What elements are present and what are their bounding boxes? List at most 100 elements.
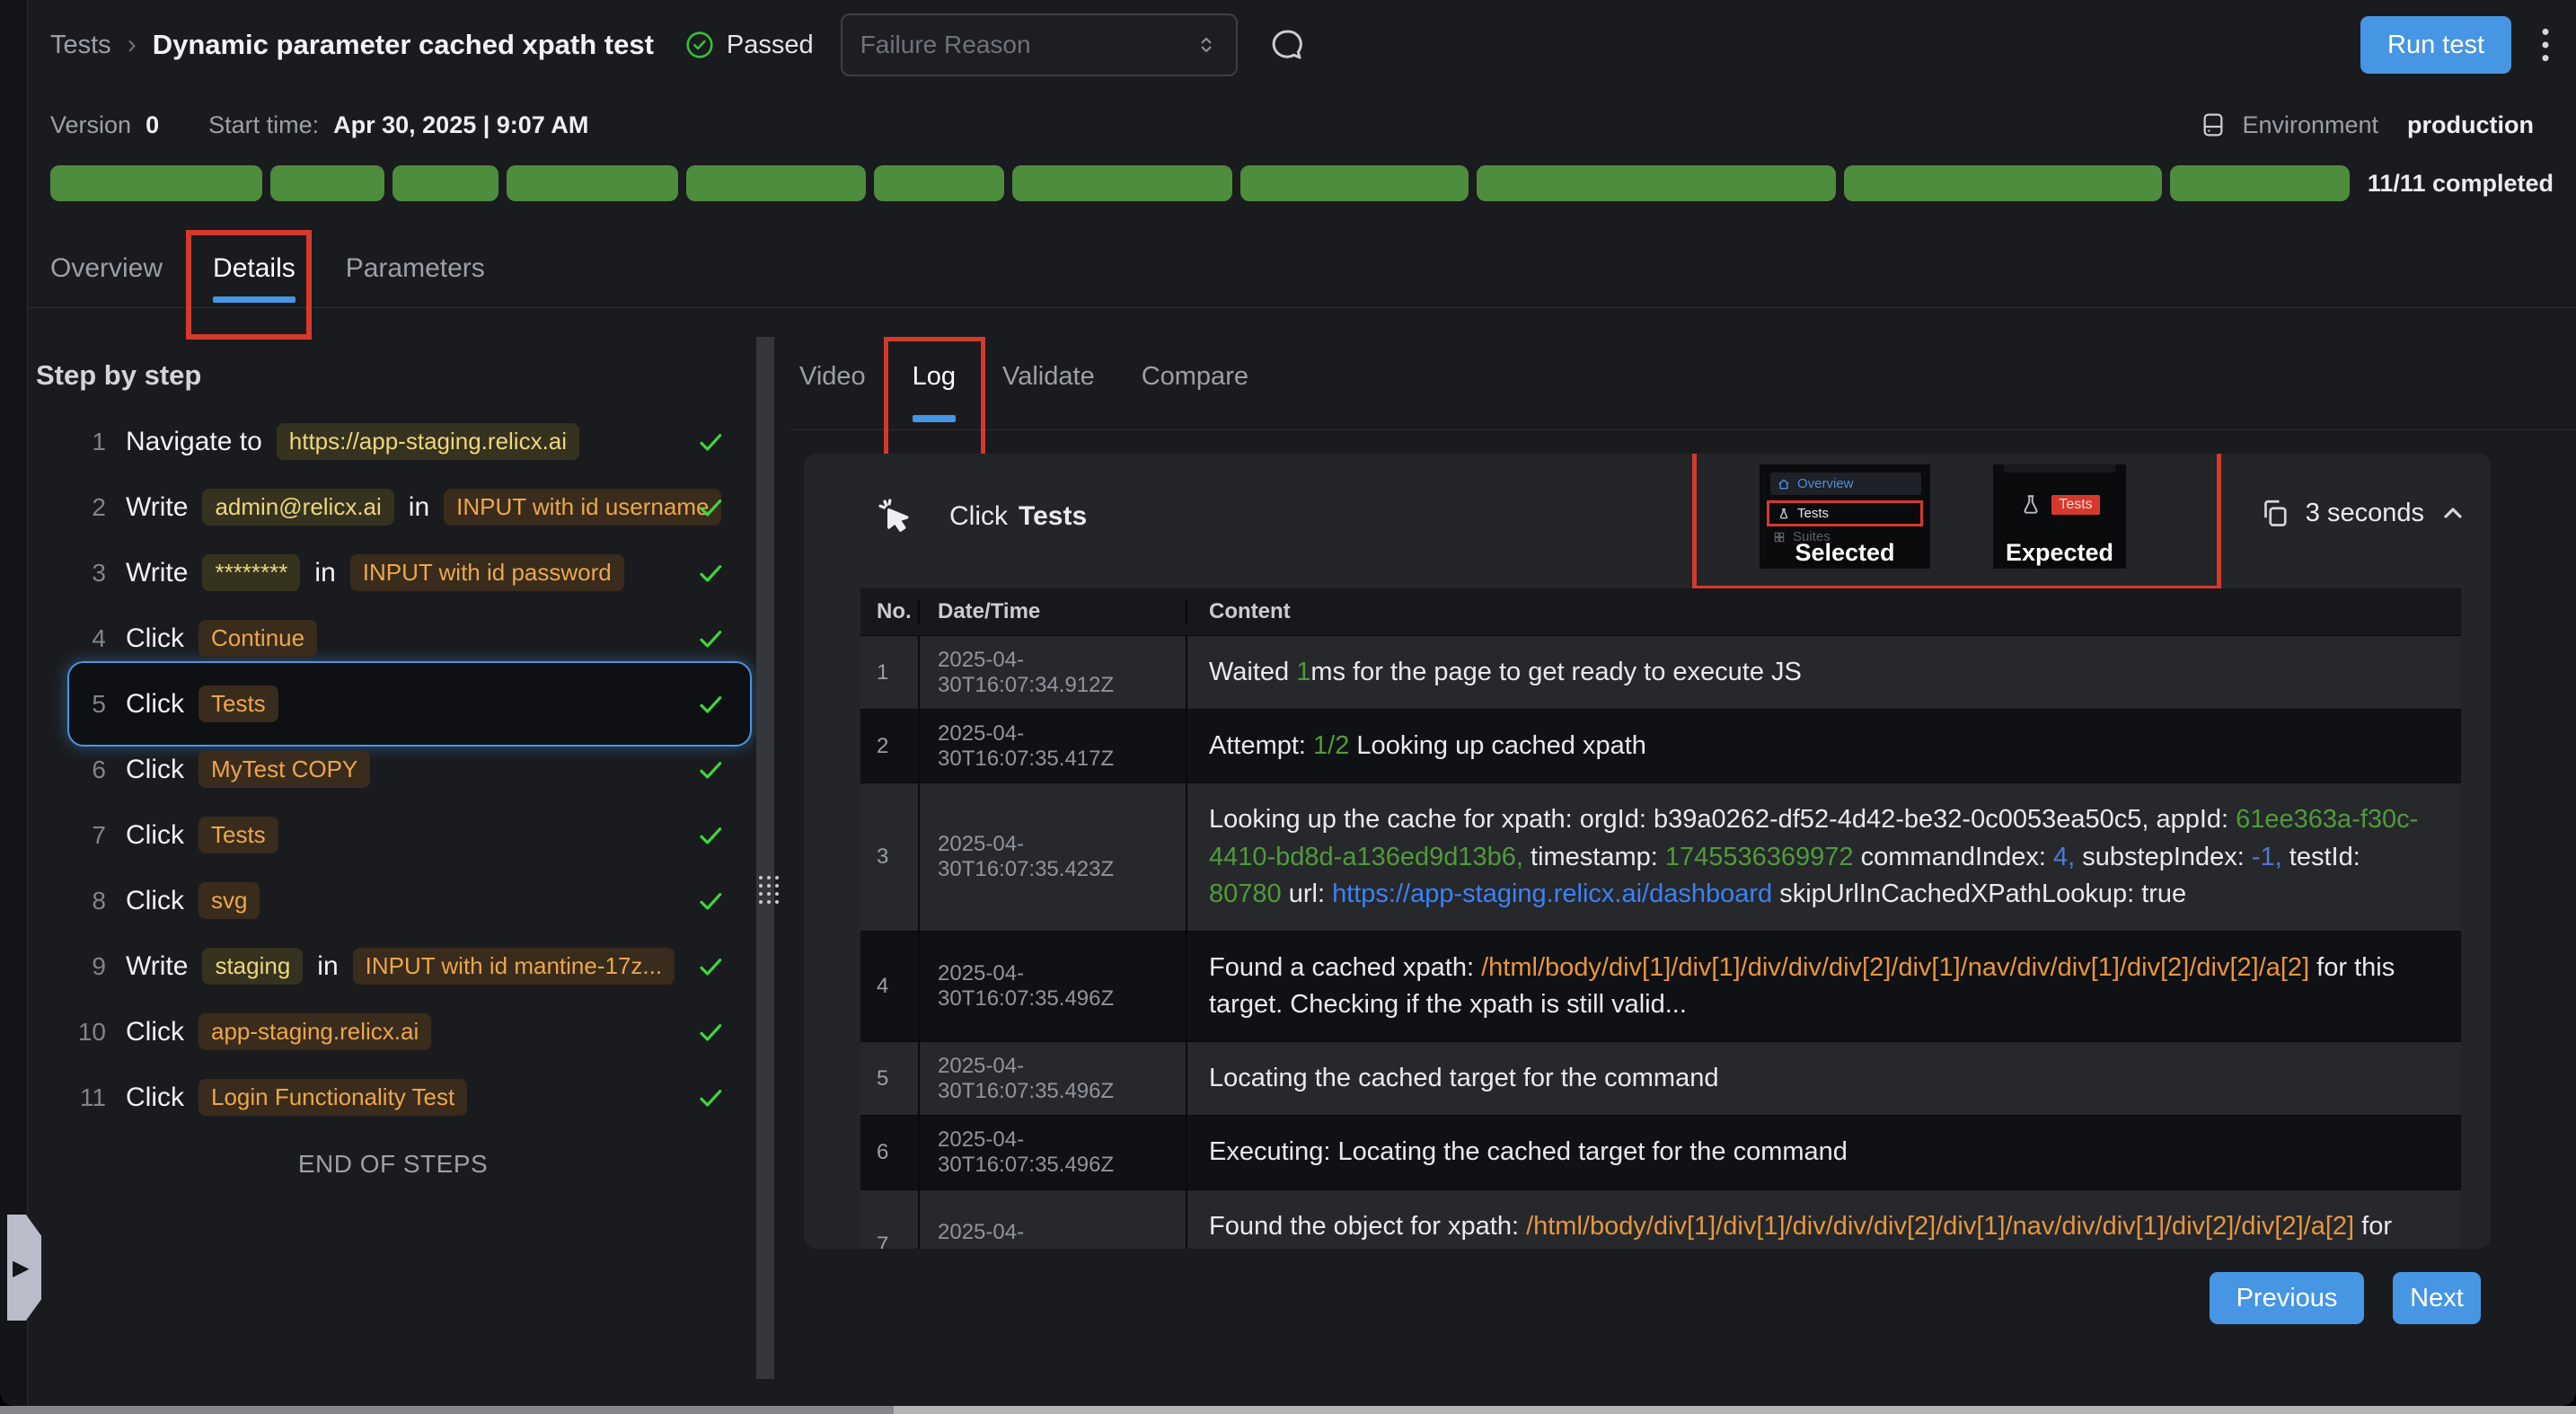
failure-reason-placeholder: Failure Reason	[860, 31, 1031, 59]
log-timestamp-cell: 2025-04-30T16:07:35.417Z	[918, 710, 1186, 782]
sidebar-expander-handle[interactable]: ▶	[7, 1215, 41, 1321]
step-target-chip: INPUT with id username	[444, 489, 721, 526]
step-check-icon	[696, 428, 725, 456]
progress-segment[interactable]	[50, 165, 262, 201]
step-row[interactable]: 8Clicksvg	[36, 868, 750, 933]
progress-segment[interactable]	[1012, 165, 1232, 201]
mini-nav-tests-label: Tests	[1797, 506, 1829, 521]
step-row[interactable]: 6ClickMyTest COPY	[36, 737, 750, 802]
progress-segment[interactable]	[874, 165, 1004, 201]
step-action: Write	[126, 492, 188, 523]
step-row[interactable]: 11ClickLogin Functionality Test	[36, 1065, 750, 1130]
progress-segment[interactable]	[686, 165, 866, 201]
command-target: Tests	[1019, 501, 1087, 531]
passed-check-icon	[684, 30, 715, 60]
tab-video[interactable]: Video	[799, 362, 866, 392]
log-url-link[interactable]: https://app-staging.relicx.ai/dashboard	[1332, 879, 1772, 908]
steps-panel-title: Step by step	[36, 355, 750, 395]
step-row[interactable]: 9WritestaginginINPUT with id mantine-17z…	[36, 933, 750, 999]
step-action: Write	[126, 558, 188, 588]
log-no-cell: 3	[860, 783, 918, 931]
progress-row: 11/11 completed	[50, 164, 2554, 202]
collapse-chevron-up-icon[interactable]	[2439, 499, 2467, 527]
step-check-icon	[696, 821, 725, 850]
progress-segment[interactable]	[1844, 165, 2162, 201]
command-action: Click	[949, 501, 1008, 531]
log-text: 1745536369972	[1665, 843, 1854, 871]
log-row: 72025-04-30T16:07:35.753ZFound the objec…	[860, 1189, 2461, 1249]
panel-splitter[interactable]	[756, 337, 774, 1379]
step-connector: in	[409, 492, 429, 523]
step-check-icon	[696, 624, 725, 653]
annotation-box-screenshots: Overview Tests Suites Selected	[1692, 454, 2221, 590]
step-check-icon	[696, 1018, 725, 1047]
status-badge: Passed	[684, 30, 814, 60]
step-row[interactable]: 7ClickTests	[36, 802, 750, 868]
start-time-value: Apr 30, 2025 | 9:07 AM	[333, 111, 588, 139]
progress-segment[interactable]	[2170, 165, 2350, 201]
tab-overview[interactable]: Overview	[50, 253, 163, 284]
log-content-cell: Found a cached xpath: /html/body/div[1]/…	[1186, 932, 2461, 1041]
step-check-icon	[696, 690, 725, 719]
environment-icon	[2199, 110, 2228, 139]
step-target-chip: svg	[198, 882, 260, 919]
progress-segment[interactable]	[270, 165, 384, 201]
step-action: Click	[126, 886, 184, 916]
log-text: url:	[1282, 879, 1332, 908]
step-number: 6	[70, 756, 106, 784]
progress-segment[interactable]	[1240, 165, 1469, 201]
log-row: 62025-04-30T16:07:35.496ZExecuting: Loca…	[860, 1115, 2461, 1189]
step-value-chip: https://app-staging.relicx.ai	[277, 423, 579, 460]
step-connector: in	[314, 558, 335, 588]
splitter-grip-handle[interactable]	[759, 876, 779, 904]
progress-segment[interactable]	[393, 165, 498, 201]
log-no-cell: 7	[860, 1190, 918, 1249]
breadcrumb-tests[interactable]: Tests	[50, 31, 111, 60]
step-number: 2	[70, 493, 106, 522]
previous-button[interactable]: Previous	[2210, 1272, 2364, 1324]
progress-segment[interactable]	[1477, 165, 1836, 201]
failure-reason-select[interactable]: Failure Reason	[841, 13, 1238, 76]
step-row[interactable]: 5ClickTests	[36, 671, 750, 737]
next-button[interactable]: Next	[2393, 1272, 2481, 1324]
log-text: skipUrlInCachedXPathLookup: true	[1772, 879, 2186, 908]
log-text: Attempt:	[1209, 731, 1313, 760]
log-card: Click Tests Overview Tests	[804, 454, 2491, 1249]
step-action: Click	[126, 689, 184, 720]
log-timestamp-cell: 2025-04-30T16:07:35.753Z	[918, 1190, 1186, 1249]
step-row[interactable]: 3Write********inINPUT with id password	[36, 540, 750, 605]
step-row[interactable]: 2Writeadmin@relicx.aiinINPUT with id use…	[36, 474, 750, 540]
steps-panel: Step by step 1Navigate tohttps://app-sta…	[36, 355, 750, 1370]
step-action: Click	[126, 1017, 184, 1047]
comment-icon[interactable]	[1268, 26, 1306, 64]
mini-nav-overview: Overview	[1770, 473, 1921, 495]
log-table-header: No. Date/Time Content	[860, 588, 2461, 635]
horizontal-scrollbar-thumb[interactable]	[0, 1406, 894, 1414]
log-no-cell: 4	[860, 932, 918, 1041]
tab-parameters[interactable]: Parameters	[346, 253, 485, 284]
tab-validate[interactable]: Validate	[1002, 362, 1095, 392]
log-row: 52025-04-30T16:07:35.496ZLocating the ca…	[860, 1041, 2461, 1115]
log-text: 80780	[1209, 879, 1282, 908]
tab-log[interactable]: Log	[913, 362, 956, 392]
step-target-chip: INPUT with id password	[350, 554, 624, 591]
start-time-label: Start time:	[208, 111, 319, 139]
log-no-cell: 1	[860, 636, 918, 709]
detail-tabs-divider	[790, 429, 2576, 430]
selected-screenshot-thumb: Overview Tests Suites Selected	[1760, 464, 1930, 569]
step-row[interactable]: 1Navigate tohttps://app-staging.relicx.a…	[36, 409, 750, 474]
mini-expected-target: Tests	[1993, 493, 2126, 517]
kebab-menu-icon[interactable]	[2540, 25, 2551, 65]
tab-details[interactable]: Details	[213, 253, 296, 284]
log-content-cell: Looking up the cache for xpath: orgId: b…	[1186, 783, 2461, 931]
log-text: Found a cached xpath:	[1209, 953, 1481, 982]
progress-segment[interactable]	[507, 165, 678, 201]
copy-icon[interactable]	[2259, 497, 2291, 529]
step-check-icon	[696, 1083, 725, 1112]
run-test-button[interactable]: Run test	[2360, 16, 2511, 74]
step-row[interactable]: 10Clickapp-staging.relicx.ai	[36, 999, 750, 1065]
progress-segments	[50, 165, 2350, 201]
environment-group: Environment production	[2199, 110, 2534, 139]
tab-compare[interactable]: Compare	[1142, 362, 1248, 392]
log-text: testId:	[2282, 843, 2360, 871]
